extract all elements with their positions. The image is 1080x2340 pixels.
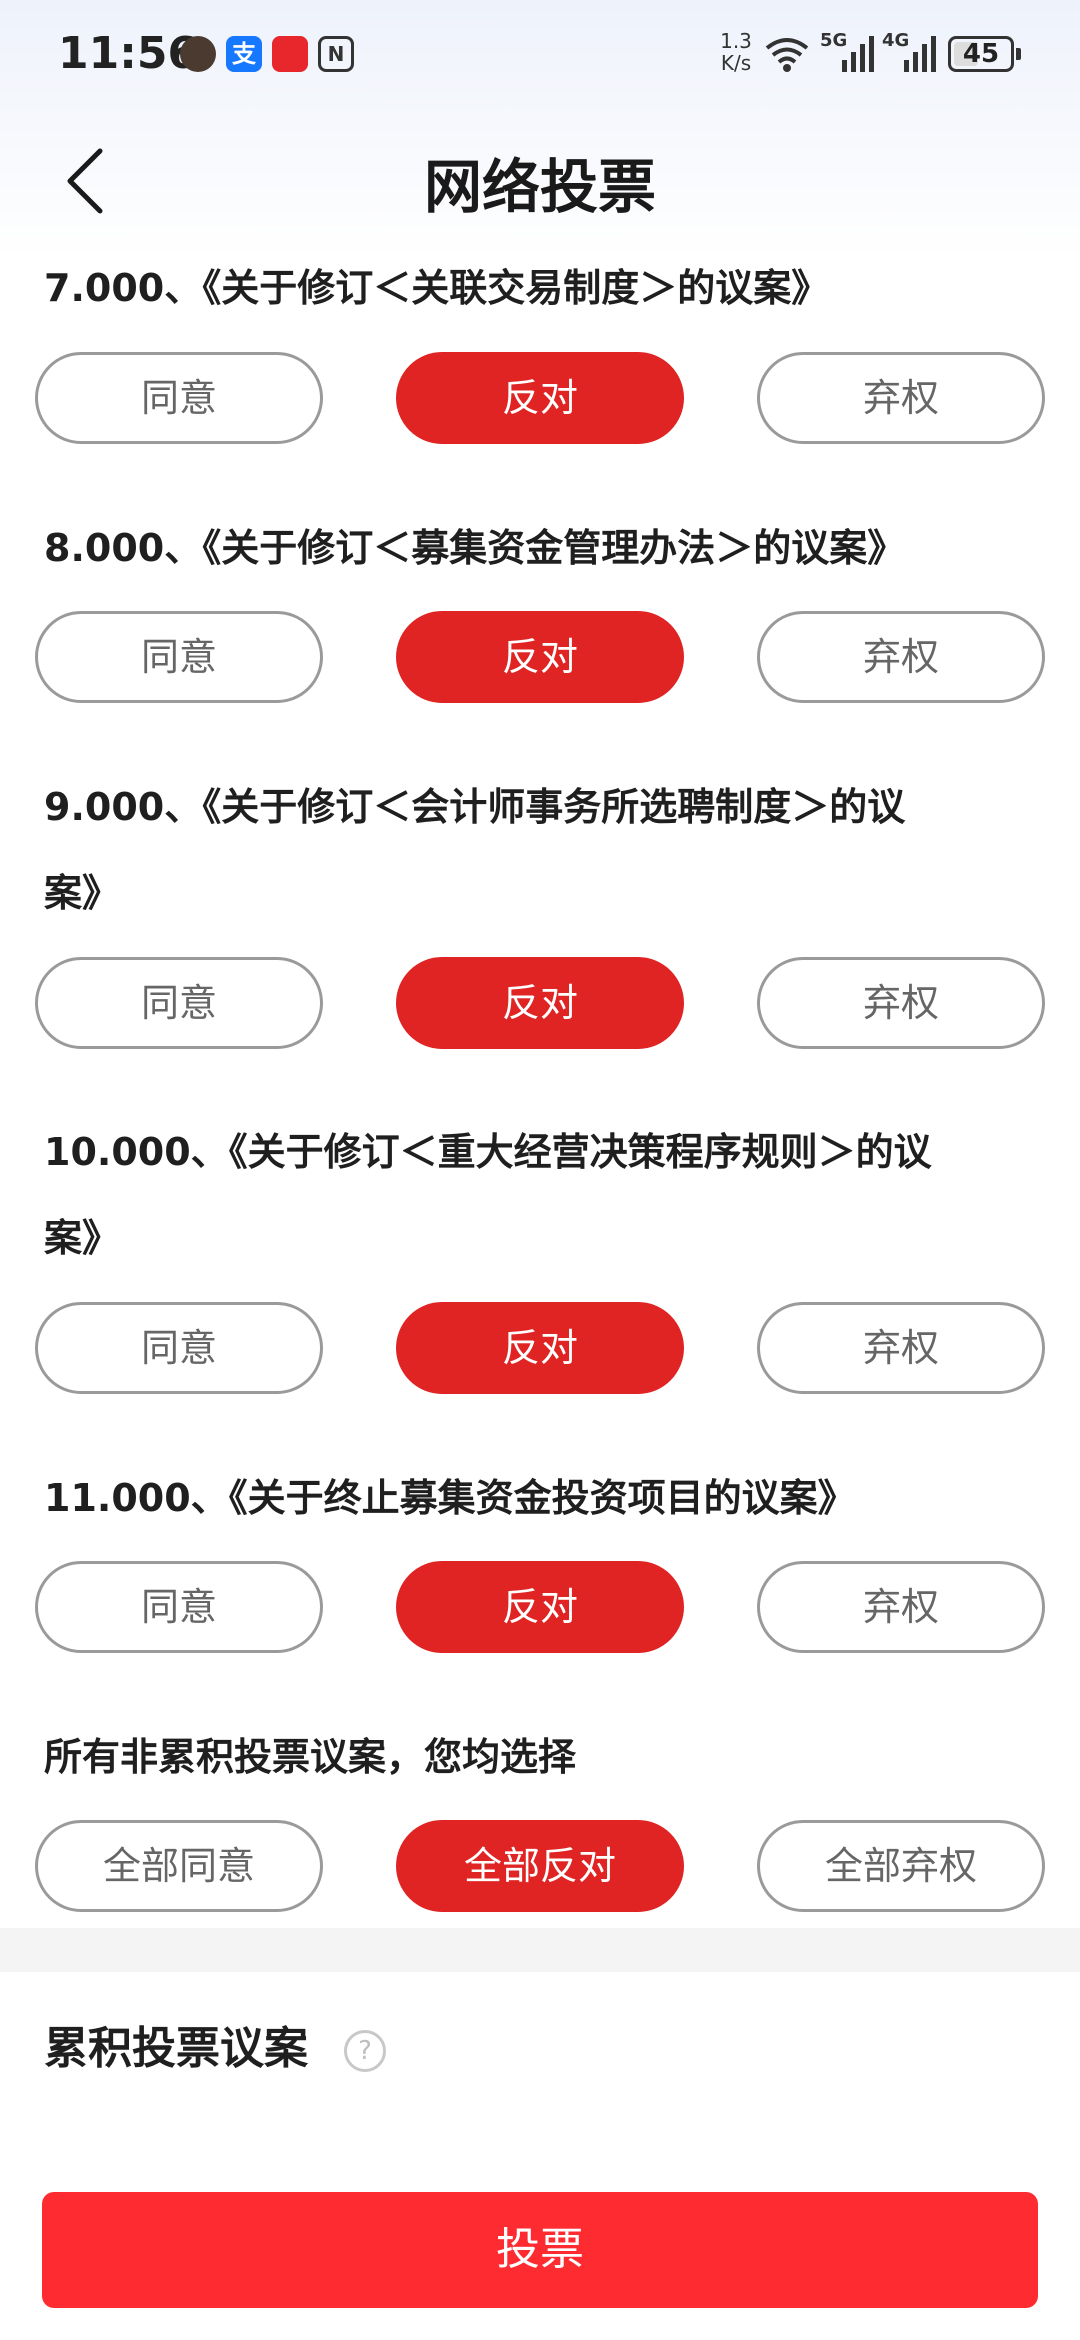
oppose-button[interactable]: 反对 [396, 1561, 684, 1653]
battery-level: 45 [962, 39, 1000, 69]
proposal-title: 9.000、《关于修订＜会计师事务所选聘制度＞的议 案》 [44, 764, 1044, 936]
agree-all-button[interactable]: 全部同意 [35, 1820, 323, 1912]
network-speed-value: 1.3 [720, 29, 752, 53]
oppose-button[interactable]: 反对 [396, 957, 684, 1049]
proposal-title-line: 9.000、《关于修订＜会计师事务所选聘制度＞的议 [44, 785, 906, 829]
agree-button[interactable]: 同意 [35, 1302, 323, 1394]
signal-5g-icon [842, 36, 874, 72]
section-divider [0, 1928, 1080, 1972]
oppose-button[interactable]: 反对 [396, 1302, 684, 1394]
battery-tip [1016, 48, 1021, 60]
agree-button[interactable]: 同意 [35, 611, 323, 703]
oppose-button[interactable]: 反对 [396, 352, 684, 444]
network-speed: 1.3 K/s [714, 30, 758, 74]
bulk-options: 全部同意 全部反对 全部弃权 [0, 1820, 1080, 1912]
agree-button[interactable]: 同意 [35, 352, 323, 444]
avatar-notification-icon [180, 36, 216, 72]
alipay-notification-icon: 支 [226, 36, 262, 72]
cumulative-section-title: 累积投票议案 [44, 2023, 308, 2074]
abstain-button[interactable]: 弃权 [757, 1561, 1045, 1653]
abstain-button[interactable]: 弃权 [757, 611, 1045, 703]
signal-4g-icon [904, 36, 936, 72]
wifi-icon [765, 38, 809, 72]
oppose-all-button[interactable]: 全部反对 [396, 1820, 684, 1912]
question-circle-icon[interactable]: ? [344, 2030, 386, 2072]
proposal-options: 同意 反对 弃权 [0, 1302, 1080, 1394]
abstain-button[interactable]: 弃权 [757, 1302, 1045, 1394]
oppose-button[interactable]: 反对 [396, 611, 684, 703]
network-speed-unit: K/s [720, 51, 752, 75]
proposal-options: 同意 反对 弃权 [0, 1561, 1080, 1653]
proposal-options: 同意 反对 弃权 [0, 611, 1080, 703]
proposal-title: 11.000、《关于终止募集资金投资项目的议案》 [44, 1476, 856, 1520]
proposal-options: 同意 反对 弃权 [0, 352, 1080, 444]
status-time: 11:56 [58, 28, 199, 79]
bulk-prompt: 所有非累积投票议案，您均选择 [44, 1735, 577, 1779]
app-notification-icon [272, 36, 308, 72]
abstain-button[interactable]: 弃权 [757, 352, 1045, 444]
battery-icon: 45 [948, 36, 1014, 72]
proposal-title: 7.000、《关于修订＜关联交易制度＞的议案》 [44, 266, 830, 310]
agree-button[interactable]: 同意 [35, 1561, 323, 1653]
proposal-options: 同意 反对 弃权 [0, 957, 1080, 1049]
proposal-title-line: 案》 [44, 871, 121, 915]
agree-button[interactable]: 同意 [35, 957, 323, 1049]
status-bar: 11:56 支 N 1.3 K/s 5G 4G 45 [0, 0, 1080, 110]
abstain-button[interactable]: 弃权 [757, 957, 1045, 1049]
page-title: 网络投票 [423, 153, 656, 221]
nfc-icon: N [318, 36, 354, 72]
proposal-title-line: 案》 [44, 1216, 121, 1260]
proposal-title: 10.000、《关于修订＜重大经营决策程序规则＞的议 案》 [44, 1109, 1044, 1281]
proposal-title-line: 10.000、《关于修订＜重大经营决策程序规则＞的议 [44, 1130, 932, 1174]
proposal-title: 8.000、《关于修订＜募集资金管理办法＞的议案》 [44, 526, 906, 570]
vote-button[interactable]: 投票 [42, 2192, 1038, 2308]
abstain-all-button[interactable]: 全部弃权 [757, 1820, 1045, 1912]
